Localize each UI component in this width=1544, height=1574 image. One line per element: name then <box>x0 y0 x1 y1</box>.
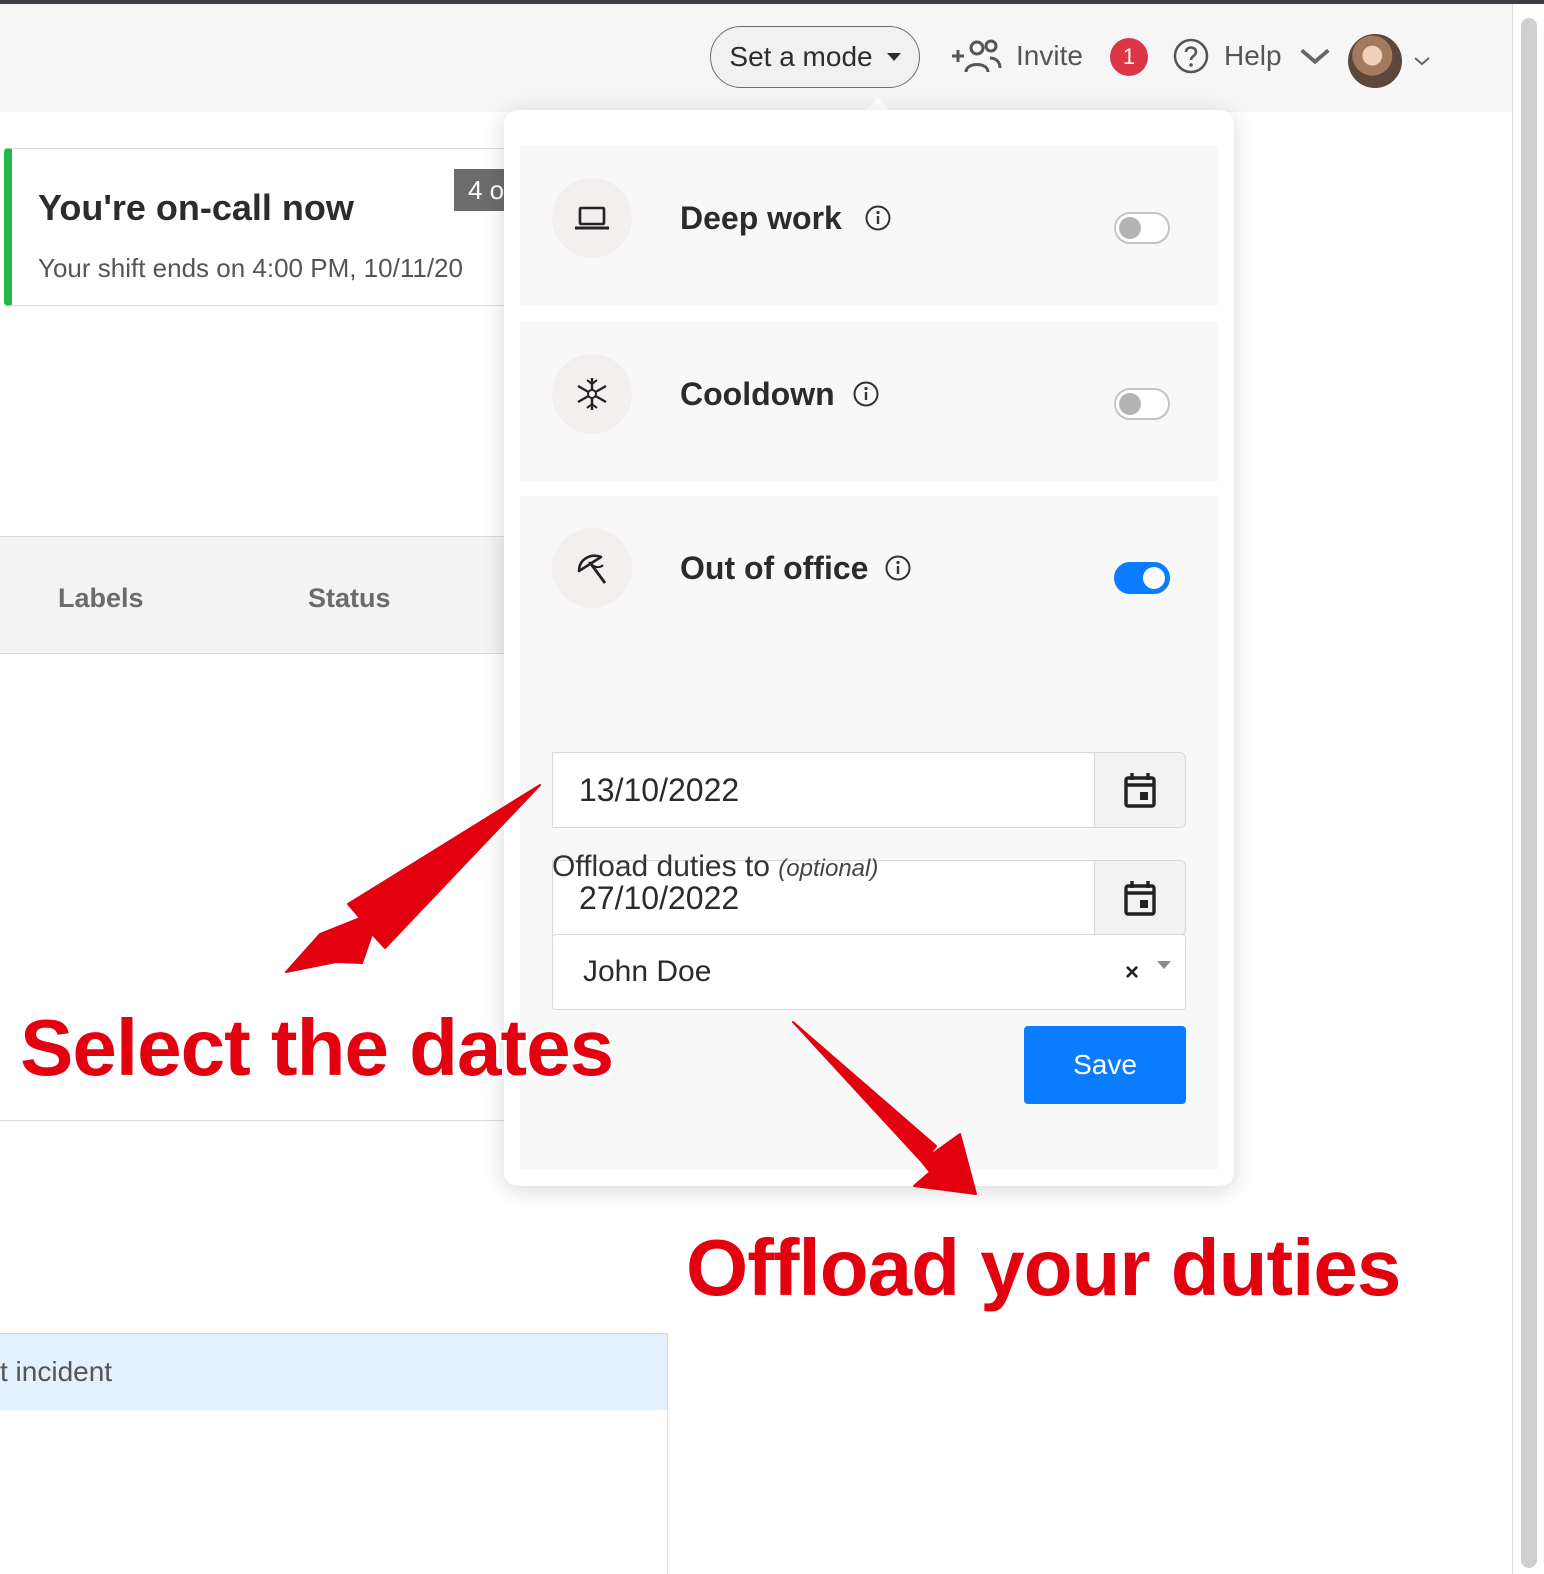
clear-selection-icon[interactable]: × <box>1125 959 1139 987</box>
notification-badge[interactable]: 1 <box>1110 38 1148 76</box>
invite-label: Invite <box>1016 40 1083 71</box>
mode-label-cooldown: Cooldown <box>680 376 835 412</box>
offload-label-text: Offload duties to <box>552 850 770 883</box>
mode-label-deep-work: Deep work <box>680 200 842 236</box>
caret-down-icon[interactable] <box>1157 961 1171 969</box>
save-button[interactable]: Save <box>1024 1026 1186 1104</box>
set-mode-label: Set a mode <box>729 41 873 72</box>
offload-user-value: John Doe <box>583 955 712 988</box>
caret-down-icon <box>886 53 901 61</box>
start-date-field: 13/10/2022 <box>552 752 1186 828</box>
oncall-card: You're on-call now Your shift ends on 4:… <box>4 148 544 306</box>
calendar-icon <box>1124 773 1156 808</box>
lower-panel <box>0 1410 668 1574</box>
divider <box>0 1120 520 1121</box>
scrollbar-thumb[interactable] <box>1521 18 1537 1568</box>
out-of-office-toggle[interactable] <box>1114 562 1170 594</box>
oncall-subtitle: Your shift ends on 4:00 PM, 10/11/20 <box>38 253 463 283</box>
calendar-icon <box>1124 881 1156 916</box>
incident-bar[interactable]: t incident <box>0 1333 668 1411</box>
help-circle-icon <box>1173 38 1209 74</box>
help-label: Help <box>1224 40 1282 71</box>
offload-user-select[interactable]: John Doe × <box>552 934 1186 1010</box>
chevron-down-icon <box>1300 48 1330 65</box>
mode-row-deep-work: Deep work <box>520 146 1218 306</box>
chevron-down-icon[interactable] <box>1412 54 1432 68</box>
incident-bar-text: t incident <box>0 1356 113 1387</box>
info-icon[interactable] <box>864 204 892 232</box>
annotation-select-dates: Select the dates <box>20 1003 614 1092</box>
table-header: Labels Status <box>0 536 540 654</box>
offload-label: Offload duties to (optional) <box>552 850 878 884</box>
annotation-arrow-select-dates <box>285 784 541 973</box>
cooldown-toggle[interactable] <box>1114 388 1170 420</box>
add-users-icon <box>952 39 1002 73</box>
mode-label-out-of-office: Out of office <box>680 550 869 586</box>
set-mode-button[interactable]: Set a mode <box>710 26 920 88</box>
mode-row-cooldown: Cooldown <box>520 322 1218 482</box>
umbrella-icon <box>552 528 632 608</box>
start-date-input[interactable]: 13/10/2022 <box>552 752 1096 828</box>
deep-work-toggle[interactable] <box>1114 212 1170 244</box>
invite-button[interactable]: Invite <box>950 34 1083 78</box>
help-menu[interactable]: Help <box>1172 34 1334 78</box>
end-date-picker-button[interactable] <box>1094 860 1186 936</box>
oncall-title: You're on-call now <box>38 187 354 228</box>
scrollbar[interactable] <box>1512 4 1544 1574</box>
snowflake-icon <box>552 354 632 434</box>
column-header-status[interactable]: Status <box>308 583 391 614</box>
annotation-offload-duties: Offload your duties <box>686 1223 1401 1312</box>
user-avatar[interactable] <box>1348 34 1402 88</box>
start-date-picker-button[interactable] <box>1094 752 1186 828</box>
info-icon[interactable] <box>852 380 880 408</box>
top-header: Set a mode Invite 1 Help <box>0 4 1512 112</box>
info-icon[interactable] <box>884 554 912 582</box>
mode-row-out-of-office: Out of office 13/10/2022 27/10/2022 Offl… <box>520 496 1218 1170</box>
laptop-icon <box>552 178 632 258</box>
mode-popover: Deep work Cooldown Out of office 13/10/2… <box>504 110 1234 1186</box>
offload-optional-text: (optional) <box>778 855 879 882</box>
column-header-labels[interactable]: Labels <box>58 583 144 614</box>
